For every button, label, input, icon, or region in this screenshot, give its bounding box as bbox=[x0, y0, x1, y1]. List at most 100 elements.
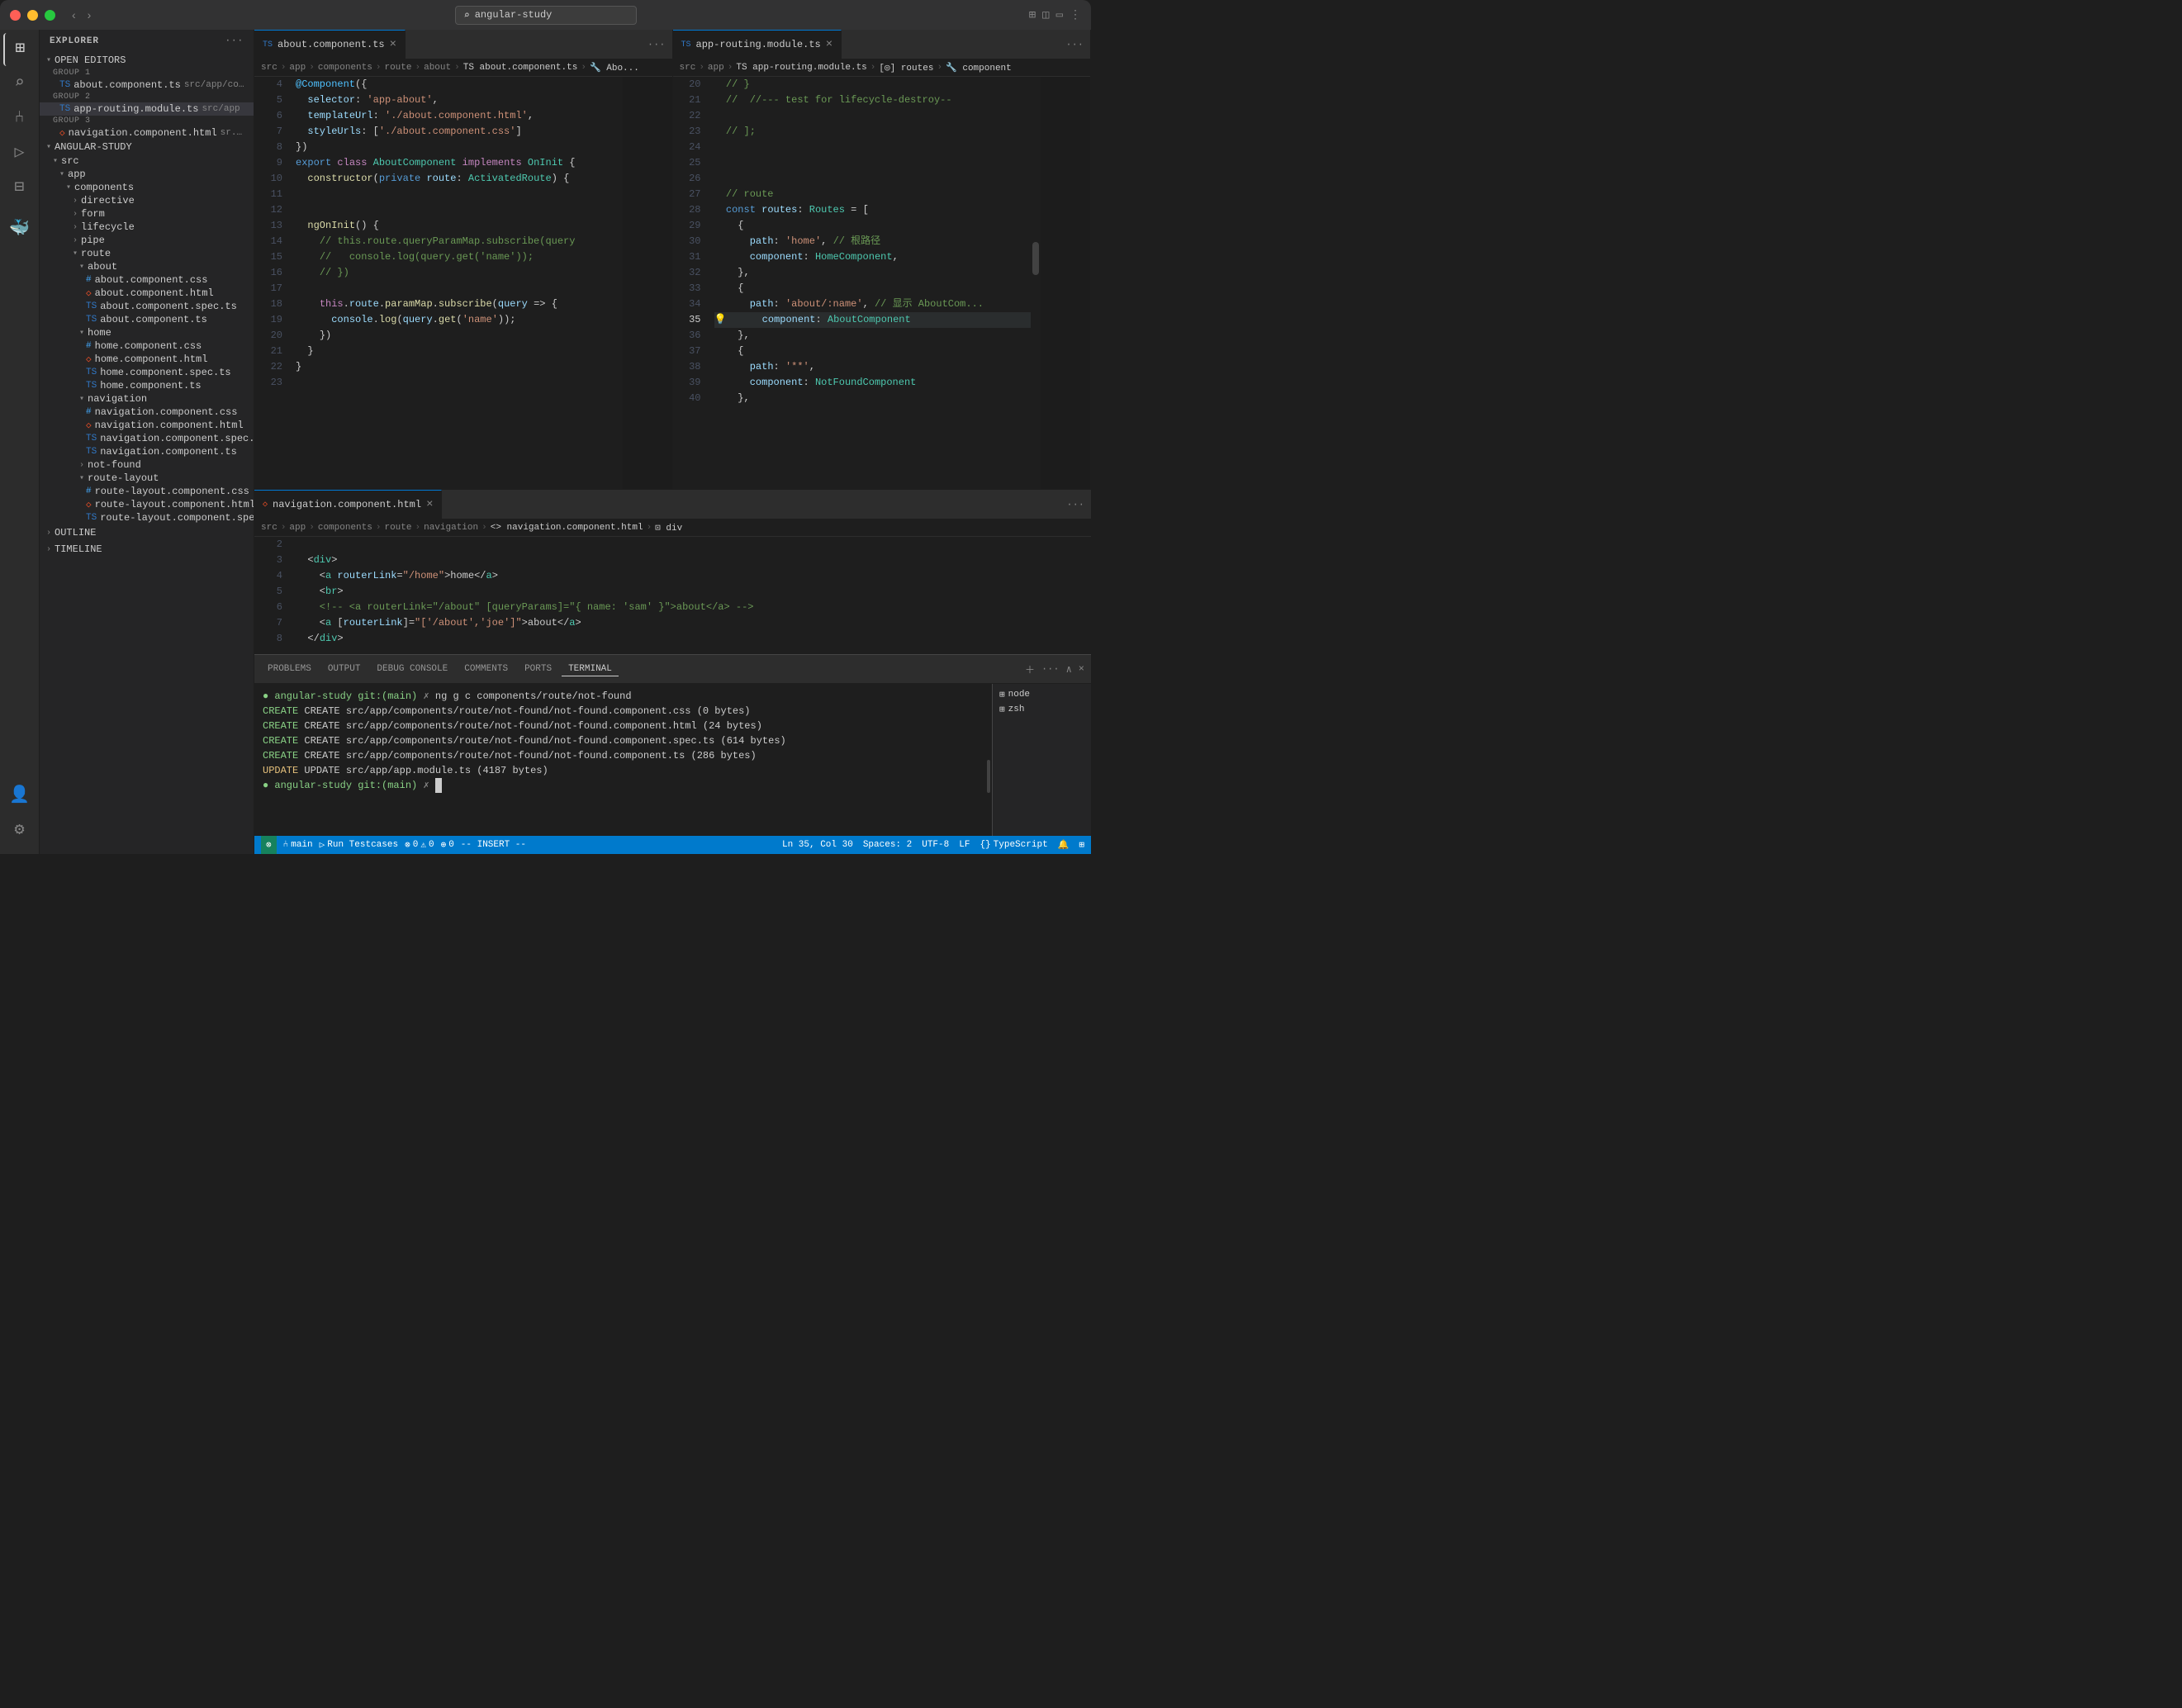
terminal-close[interactable]: × bbox=[1079, 663, 1084, 675]
tab-more-3[interactable]: ··· bbox=[1060, 499, 1091, 510]
route-layout-folder[interactable]: ▾ route-layout bbox=[40, 472, 254, 485]
titlebar-search[interactable]: ⌕ angular-study bbox=[455, 6, 637, 25]
components-folder[interactable]: ▾ components bbox=[40, 181, 254, 194]
nav-ts[interactable]: TS navigation.component.ts bbox=[40, 445, 254, 458]
layout-icon[interactable]: ◫ bbox=[1042, 8, 1049, 22]
tab-more-2[interactable]: ··· bbox=[1059, 39, 1090, 50]
status-position[interactable]: Ln 35, Col 30 bbox=[782, 840, 853, 850]
shell-node[interactable]: ⊞ node bbox=[996, 687, 1088, 702]
status-encoding[interactable]: UTF-8 bbox=[922, 840, 949, 850]
navigation-folder[interactable]: ▾ navigation bbox=[40, 392, 254, 406]
home-ts[interactable]: TS home.component.ts bbox=[40, 379, 254, 392]
html-icon-4: ◇ bbox=[86, 499, 92, 510]
pipe-folder[interactable]: › pipe bbox=[40, 234, 254, 247]
project-section[interactable]: ▾ ANGULAR-STUDY bbox=[40, 140, 254, 154]
not-found-folder[interactable]: › not-found bbox=[40, 458, 254, 472]
sidebar-actions[interactable]: ··· bbox=[225, 36, 244, 46]
status-layout[interactable]: ⊞ bbox=[1079, 839, 1084, 851]
tab-debug-console[interactable]: DEBUG CONSOLE bbox=[370, 662, 454, 676]
activity-explorer[interactable]: ⊞ bbox=[3, 33, 36, 66]
tab-terminal[interactable]: TERMINAL bbox=[562, 662, 619, 676]
route-layout-label: route-layout bbox=[88, 472, 159, 484]
shell-zsh[interactable]: ⊞ zsh bbox=[996, 702, 1088, 717]
status-ext[interactable]: ⊗ bbox=[261, 836, 277, 854]
about-html[interactable]: ◇ about.component.html bbox=[40, 287, 254, 300]
outline-section[interactable]: › OUTLINE bbox=[40, 524, 254, 541]
status-spaces[interactable]: Spaces: 2 bbox=[863, 840, 912, 850]
nav-forward-button[interactable]: › bbox=[84, 7, 95, 23]
group1-file[interactable]: TS about.component.ts src/app/co... bbox=[40, 78, 254, 92]
open-editors-section[interactable]: ▾ OPEN EDITORS bbox=[40, 53, 254, 68]
terminal-scrollbar[interactable] bbox=[985, 684, 992, 836]
code-line-r26 bbox=[714, 171, 1032, 187]
tab-output[interactable]: OUTPUT bbox=[321, 662, 368, 676]
code-lines-3[interactable]: <div> <a routerLink="/home">home</a> <br… bbox=[289, 537, 1091, 654]
tab-routing-close[interactable]: × bbox=[826, 39, 832, 50]
html-icon: ◇ bbox=[59, 127, 65, 139]
activity-extensions[interactable]: ⊟ bbox=[3, 172, 36, 205]
panel-icon[interactable]: ▭ bbox=[1056, 8, 1063, 22]
timeline-section[interactable]: › TIMELINE bbox=[40, 541, 254, 557]
remote-icon[interactable]: ⊞ bbox=[1029, 8, 1036, 22]
rl-spec[interactable]: TS route-layout.component.spe... bbox=[40, 511, 254, 524]
activity-debug[interactable]: ▷ bbox=[3, 137, 36, 170]
activity-search[interactable]: ⌕ bbox=[3, 68, 36, 101]
nav-spec[interactable]: TS navigation.component.spec.ts bbox=[40, 432, 254, 445]
terminal-content[interactable]: ● angular-study git:(main) ✗ ng g c comp… bbox=[254, 684, 985, 836]
status-notifications[interactable]: 🔔 bbox=[1058, 839, 1070, 851]
status-line-ending[interactable]: LF bbox=[959, 840, 970, 850]
maximize-button[interactable] bbox=[45, 10, 55, 21]
status-run-test[interactable]: ▷ Run Testcases bbox=[320, 839, 398, 851]
split-icon[interactable]: ⋮ bbox=[1070, 8, 1081, 22]
nav-back-button[interactable]: ‹ bbox=[69, 7, 79, 23]
tab-navigation-close[interactable]: × bbox=[426, 499, 433, 510]
tab-problems[interactable]: PROBLEMS bbox=[261, 662, 318, 676]
src-folder[interactable]: ▾ src bbox=[40, 154, 254, 168]
tab-more-1[interactable]: ··· bbox=[641, 39, 672, 50]
home-css[interactable]: # home.component.css bbox=[40, 339, 254, 353]
minimize-button[interactable] bbox=[27, 10, 38, 21]
close-button[interactable] bbox=[10, 10, 21, 21]
activity-accounts[interactable]: 👤 bbox=[3, 780, 36, 813]
group3-file[interactable]: ◇ navigation.component.html sr... bbox=[40, 126, 254, 140]
status-errors[interactable]: ⊗ 0 ⚠ 0 bbox=[405, 839, 434, 851]
status-branch[interactable]: ⑃ main bbox=[283, 840, 313, 850]
lifecycle-folder[interactable]: › lifecycle bbox=[40, 221, 254, 234]
tab-about[interactable]: TS about.component.ts × bbox=[254, 30, 406, 59]
form-folder[interactable]: › form bbox=[40, 207, 254, 221]
code-lines-1[interactable]: @Component({ selector: 'app-about', temp… bbox=[289, 77, 623, 489]
activity-docker[interactable]: 🐳 bbox=[3, 213, 36, 246]
status-language[interactable]: {} TypeScript bbox=[980, 840, 1047, 850]
tab-ports[interactable]: PORTS bbox=[518, 662, 558, 676]
terminal-more[interactable]: ··· bbox=[1041, 663, 1060, 675]
tab-about-close[interactable]: × bbox=[390, 39, 396, 50]
terminal-chevron-up[interactable]: ∧ bbox=[1066, 663, 1072, 676]
app-folder[interactable]: ▾ app bbox=[40, 168, 254, 181]
about-folder[interactable]: ▾ about bbox=[40, 260, 254, 273]
home-spec[interactable]: TS home.component.spec.ts bbox=[40, 366, 254, 379]
activity-settings[interactable]: ⚙ bbox=[3, 814, 36, 847]
about-css[interactable]: # about.component.css bbox=[40, 273, 254, 287]
code-lines-2[interactable]: // } // //--- test for lifecycle-destroy… bbox=[708, 77, 1032, 489]
nav-css[interactable]: # navigation.component.css bbox=[40, 406, 254, 419]
about-spec[interactable]: TS about.component.spec.ts bbox=[40, 300, 254, 313]
nav-html[interactable]: ◇ navigation.component.html bbox=[40, 419, 254, 432]
activity-source-control[interactable]: ⑃ bbox=[3, 102, 36, 135]
tab-comments[interactable]: COMMENTS bbox=[458, 662, 515, 676]
editor-scrollbar-2[interactable] bbox=[1031, 77, 1041, 489]
tab-navigation[interactable]: ◇ navigation.component.html × bbox=[254, 490, 442, 519]
route-folder[interactable]: ▾ route bbox=[40, 247, 254, 260]
group2-file[interactable]: TS app-routing.module.ts src/app bbox=[40, 102, 254, 116]
tab-routing[interactable]: TS app-routing.module.ts × bbox=[673, 30, 842, 59]
html-icon-2: ◇ bbox=[86, 353, 92, 365]
rl-html[interactable]: ◇ route-layout.component.html bbox=[40, 498, 254, 511]
about-ts[interactable]: TS about.component.ts bbox=[40, 313, 254, 326]
status-info[interactable]: ⊕ 0 bbox=[441, 839, 454, 851]
rl-css[interactable]: # route-layout.component.css bbox=[40, 485, 254, 498]
directive-folder[interactable]: › directive bbox=[40, 194, 254, 207]
home-html[interactable]: ◇ home.component.html bbox=[40, 353, 254, 366]
terminal-add[interactable]: ＋ bbox=[1025, 662, 1035, 676]
code-line-16: // }) bbox=[296, 265, 623, 281]
line-numbers-3: 2 3 4 5 6 7 8 bbox=[254, 537, 289, 654]
home-folder[interactable]: ▾ home bbox=[40, 326, 254, 339]
